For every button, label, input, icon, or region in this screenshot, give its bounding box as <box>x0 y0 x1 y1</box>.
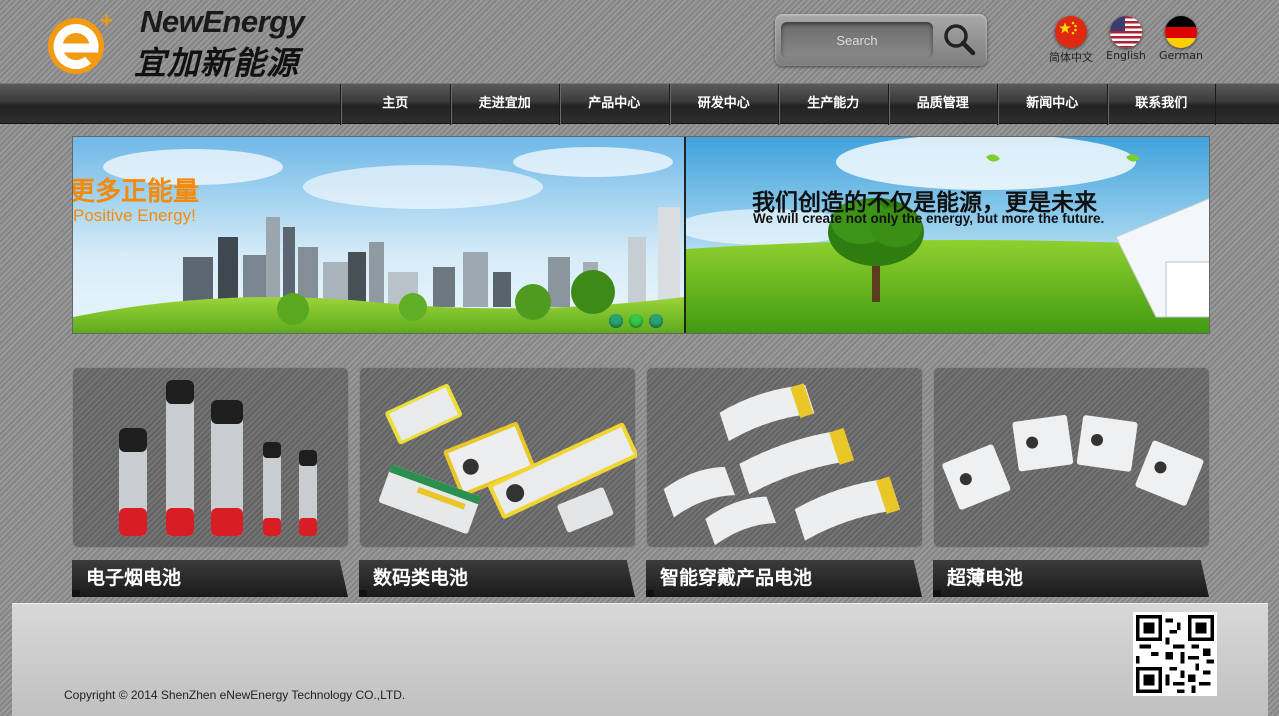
nav-production[interactable]: 生产能力 <box>778 84 888 125</box>
site-footer: Copyright © 2014 ShenZhen eNewEnergy Tec… <box>12 603 1268 716</box>
nav-home[interactable]: 主页 <box>340 84 450 125</box>
product-label[interactable]: 超薄电池 <box>933 560 1209 597</box>
logo-title-en: NewEnergy <box>140 4 305 39</box>
logo-e-icon: + <box>48 10 113 74</box>
lang-english[interactable]: English <box>1096 16 1156 62</box>
curved-batteries-icon <box>663 383 901 546</box>
copyright-text: Copyright © 2014 ShenZhen eNewEnergy Tec… <box>64 688 406 702</box>
lang-label: English <box>1106 49 1146 62</box>
main-navbar: 主页 走进宜加 产品中心 研发中心 生产能力 品质管理 新闻中心 联系我们 <box>0 83 1279 125</box>
search-icon <box>944 24 976 56</box>
green-field-image <box>676 137 1209 333</box>
product-card[interactable]: 超薄电池 <box>933 367 1210 597</box>
product-label[interactable]: 智能穿戴产品电池 <box>646 560 922 597</box>
slider-dot-3[interactable] <box>649 314 663 328</box>
logo-title-cn: 宜加新能源 <box>134 44 300 82</box>
cylindrical-batteries-icon <box>119 380 317 536</box>
site-logo[interactable]: + NewEnergy 宜加新能源 <box>42 4 342 82</box>
lang-german[interactable]: German <box>1151 16 1211 62</box>
hero-banner[interactable]: 更多正能量 Positive Energy! 我们创造的不仅是能源，更是未来 W… <box>72 136 1210 334</box>
city-skyline-image <box>73 137 684 333</box>
search-box <box>775 14 987 66</box>
product-label[interactable]: 数码类电池 <box>359 560 635 597</box>
usa-flag-icon <box>1110 16 1142 48</box>
product-image-ultrathin[interactable] <box>933 367 1210 548</box>
banner-left-headline: 更多正能量 <box>72 177 200 207</box>
product-image-curved[interactable] <box>646 367 923 548</box>
lang-label: 简体中文 <box>1049 51 1093 64</box>
product-card[interactable]: 电子烟电池 <box>72 367 349 597</box>
search-button[interactable] <box>939 22 979 58</box>
nav-contact[interactable]: 联系我们 <box>1106 84 1216 125</box>
slider-dot-2[interactable] <box>629 314 643 328</box>
lang-label: German <box>1158 49 1204 62</box>
product-label[interactable]: 电子烟电池 <box>72 560 348 597</box>
china-flag-icon <box>1055 16 1087 48</box>
nav-list: 主页 走进宜加 产品中心 研发中心 生产能力 品质管理 新闻中心 联系我们 <box>340 84 1216 125</box>
nav-about[interactable]: 走进宜加 <box>449 84 560 125</box>
nav-quality[interactable]: 品质管理 <box>887 84 998 125</box>
qr-code-icon <box>1136 615 1214 693</box>
banner-right-subtitle: We will create not only the energy, but … <box>753 211 1105 226</box>
nav-news[interactable]: 新闻中心 <box>997 84 1107 125</box>
product-image-pouch[interactable] <box>359 367 639 548</box>
banner-left-subtitle: Positive Energy! <box>73 206 196 225</box>
product-image-cylindrical[interactable] <box>72 367 349 548</box>
ultra-thin-batteries-icon <box>942 414 1204 510</box>
slider-dot-1[interactable] <box>609 314 623 328</box>
svg-text:+: + <box>100 10 113 33</box>
lang-chinese[interactable]: 简体中文 <box>1041 16 1101 65</box>
nav-rnd[interactable]: 研发中心 <box>668 84 779 125</box>
germany-flag-icon <box>1165 16 1197 48</box>
banner-slide-city: 更多正能量 Positive Energy! <box>72 137 684 333</box>
search-input[interactable] <box>781 22 933 58</box>
banner-slide-tree: 我们创造的不仅是能源，更是未来 We will create not only … <box>676 137 1209 333</box>
qr-code <box>1133 612 1217 696</box>
product-card[interactable]: 数码类电池 <box>359 367 639 597</box>
nav-products[interactable]: 产品中心 <box>559 84 669 125</box>
pouch-batteries-icon <box>378 383 639 534</box>
product-card[interactable]: 智能穿戴产品电池 <box>646 367 923 597</box>
slider-dots <box>609 314 663 328</box>
